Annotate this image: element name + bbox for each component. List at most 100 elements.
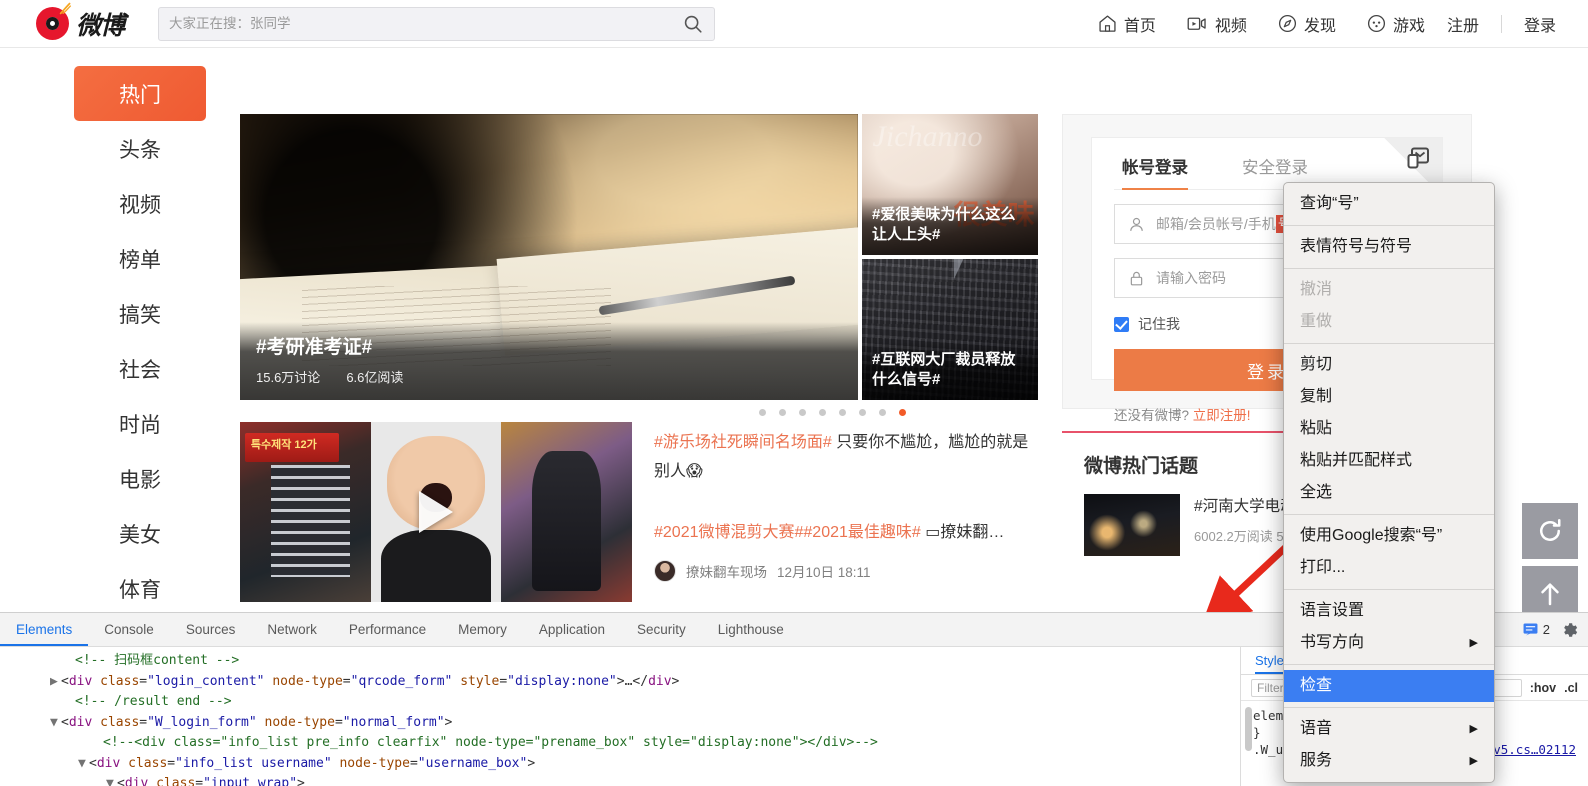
context-menu-item-google-search[interactable]: 使用Google搜索“号” [1284, 520, 1494, 552]
devtools-tab-sources[interactable]: Sources [170, 613, 252, 646]
search-icon[interactable] [682, 13, 704, 35]
context-menu-separator [1284, 514, 1494, 515]
dom-token: >…</ [616, 673, 649, 689]
sidebar-item-funny[interactable]: 搞笑 [74, 286, 206, 341]
dom-token: < [89, 755, 97, 771]
video-thumbnail[interactable] [240, 422, 632, 602]
feed-post-2-hashtag[interactable]: #2021微博混剪大赛##2021最佳趣味# [654, 524, 921, 541]
devtools-tab-security[interactable]: Security [621, 613, 702, 646]
dom-token: "input_wrap" [203, 776, 298, 786]
dom-token [120, 756, 128, 771]
qrcode-scan-icon[interactable] [1406, 146, 1432, 177]
side-card-1[interactable]: Jichanno 很美味 #爱很美味为什么这么让人上头# [862, 114, 1038, 255]
devtools-tab-network[interactable]: Network [251, 613, 333, 646]
context-menu-item-cut[interactable]: 剪切 [1284, 349, 1494, 381]
context-menu-item-paste[interactable]: 粘贴 [1284, 413, 1494, 445]
side-card-2[interactable]: #互联网大厂裁员释放什么信号# [862, 259, 1038, 400]
dom-token: > [671, 673, 680, 689]
dom-tree-line[interactable]: ▼ <div class="input_wrap"> [0, 774, 1240, 786]
carousel-dot[interactable] [759, 409, 766, 416]
login-link[interactable]: 登录 [1524, 12, 1556, 36]
dom-tree-line[interactable]: <!--<div class="info_list pre_info clear… [0, 733, 1240, 754]
context-menu-item-paste-match-style[interactable]: 粘贴并匹配样式 [1284, 445, 1494, 477]
context-menu-item-select-all[interactable]: 全选 [1284, 477, 1494, 509]
register-link[interactable]: 注册 [1447, 12, 1479, 36]
dom-tree-line[interactable]: <!-- 扫码框content --> [0, 651, 1240, 672]
carousel-dot[interactable] [879, 409, 886, 416]
dom-tree-line[interactable]: ▶ <div class="login_content" node-type="q… [0, 672, 1240, 693]
nav-item-home[interactable]: 首页 [1097, 12, 1156, 36]
video-person-decoration [532, 450, 601, 592]
context-menu-item-speech[interactable]: 语音 ▶ [1284, 713, 1494, 745]
nav-item-discover[interactable]: 发现 [1277, 12, 1336, 36]
weibo-eye-icon [36, 2, 72, 40]
context-menu-separator [1284, 343, 1494, 344]
nav-item-game[interactable]: 游戏 [1366, 12, 1425, 36]
weibo-logo[interactable]: 微博 [36, 2, 125, 42]
carousel-dot[interactable] [859, 409, 866, 416]
styles-scrollbar[interactable] [1245, 707, 1252, 751]
devtools-tab-console[interactable]: Console [88, 613, 170, 646]
context-menu-item-writing-direction[interactable]: 书写方向 ▶ [1284, 627, 1494, 659]
register-now-link[interactable]: 立即注册! [1193, 408, 1251, 423]
search-input[interactable] [169, 16, 683, 31]
sidebar-item-ranking[interactable]: 榜单 [74, 231, 206, 286]
devtools-tab-elements[interactable]: Elements [0, 613, 88, 646]
devtools-dom-tree[interactable]: <!-- 扫码框content --> ▶ <div class="login_co… [0, 647, 1240, 786]
dom-tree-line[interactable]: ▼ <div class="info_list username" node-ty… [0, 754, 1240, 775]
carousel-dot[interactable] [779, 409, 786, 416]
play-icon[interactable] [419, 491, 453, 533]
dom-tree-line[interactable]: ▼ <div class="W_login_form" node-type="no… [0, 713, 1240, 734]
expand-arrow-icon[interactable]: ▼ [78, 754, 89, 775]
dom-token: < [61, 673, 69, 689]
nav-item-video[interactable]: 视频 [1186, 12, 1247, 36]
feed-post-1-hashtag[interactable]: #游乐场社死瞬间名场面# [654, 434, 832, 451]
avatar[interactable] [654, 560, 676, 582]
dom-token: class [100, 673, 140, 689]
hero-banner[interactable]: #考研准考证# 15.6万讨论 6.6亿阅读 [240, 114, 858, 400]
sidebar-item-sports[interactable]: 体育 [74, 561, 206, 616]
sidebar-item-hot[interactable]: 热门 [74, 66, 206, 121]
gear-icon[interactable] [1560, 621, 1578, 639]
styles-hov-toggle[interactable]: :hov [1530, 681, 1556, 695]
context-menu-item-print[interactable]: 打印... [1284, 552, 1494, 584]
dom-token [92, 715, 100, 730]
carousel-dot[interactable] [839, 409, 846, 416]
expand-arrow-icon[interactable]: ▼ [106, 774, 117, 786]
dom-token [148, 776, 156, 786]
sidebar-item-society[interactable]: 社会 [74, 341, 206, 396]
search-box[interactable] [158, 6, 716, 41]
tab-account-login[interactable]: 帐号登录 [1122, 154, 1188, 190]
expand-arrow-icon[interactable]: ▼ [50, 713, 61, 734]
sidebar-item-movie[interactable]: 电影 [74, 451, 206, 506]
devtools-tab-application[interactable]: Application [523, 613, 621, 646]
remember-me-checkbox[interactable] [1114, 316, 1129, 332]
context-menu-item-inspect[interactable]: 检查 [1284, 670, 1494, 702]
main-content: #考研准考证# 15.6万讨论 6.6亿阅读 Jichanno 很美味 [240, 114, 1040, 602]
context-menu-item-copy[interactable]: 复制 [1284, 381, 1494, 413]
carousel-dot[interactable] [799, 409, 806, 416]
devtools-tab-performance[interactable]: Performance [333, 613, 442, 646]
devtools-tab-memory[interactable]: Memory [442, 613, 523, 646]
collapse-arrow-icon[interactable]: ▶ [50, 672, 61, 693]
video-frame-left [240, 422, 371, 602]
devtools-message-badge[interactable]: 2 [1523, 622, 1550, 637]
context-menu-item-services[interactable]: 服务 ▶ [1284, 745, 1494, 777]
context-menu-item-emoji[interactable]: 表情符号与符号 [1284, 231, 1494, 263]
feed-author-name[interactable]: 撩妹翻车现场 [686, 561, 767, 581]
carousel-dot[interactable] [819, 409, 826, 416]
sidebar-item-headline[interactable]: 头条 [74, 121, 206, 176]
side-card-1-watermark: Jichanno [872, 119, 983, 153]
carousel-dot-active[interactable] [899, 409, 906, 416]
dom-tree-line[interactable]: <!-- /result end --> [0, 692, 1240, 713]
styles-cls-toggle[interactable]: .cl [1564, 681, 1578, 695]
devtools-tab-lighthouse[interactable]: Lighthouse [702, 613, 800, 646]
context-menu[interactable]: 查询“号” 表情符号与符号 撤消 重做 剪切 复制 粘贴 粘贴并匹配样式 全选 [1283, 182, 1495, 783]
context-menu-item-lookup[interactable]: 查询“号” [1284, 188, 1494, 220]
context-menu-item-label: 剪切 [1300, 356, 1333, 373]
context-menu-item-language-settings[interactable]: 语言设置 [1284, 595, 1494, 627]
sidebar-item-video[interactable]: 视频 [74, 176, 206, 231]
sidebar-item-beauty[interactable]: 美女 [74, 506, 206, 561]
refresh-button[interactable] [1522, 503, 1578, 559]
sidebar-item-fashion[interactable]: 时尚 [74, 396, 206, 451]
